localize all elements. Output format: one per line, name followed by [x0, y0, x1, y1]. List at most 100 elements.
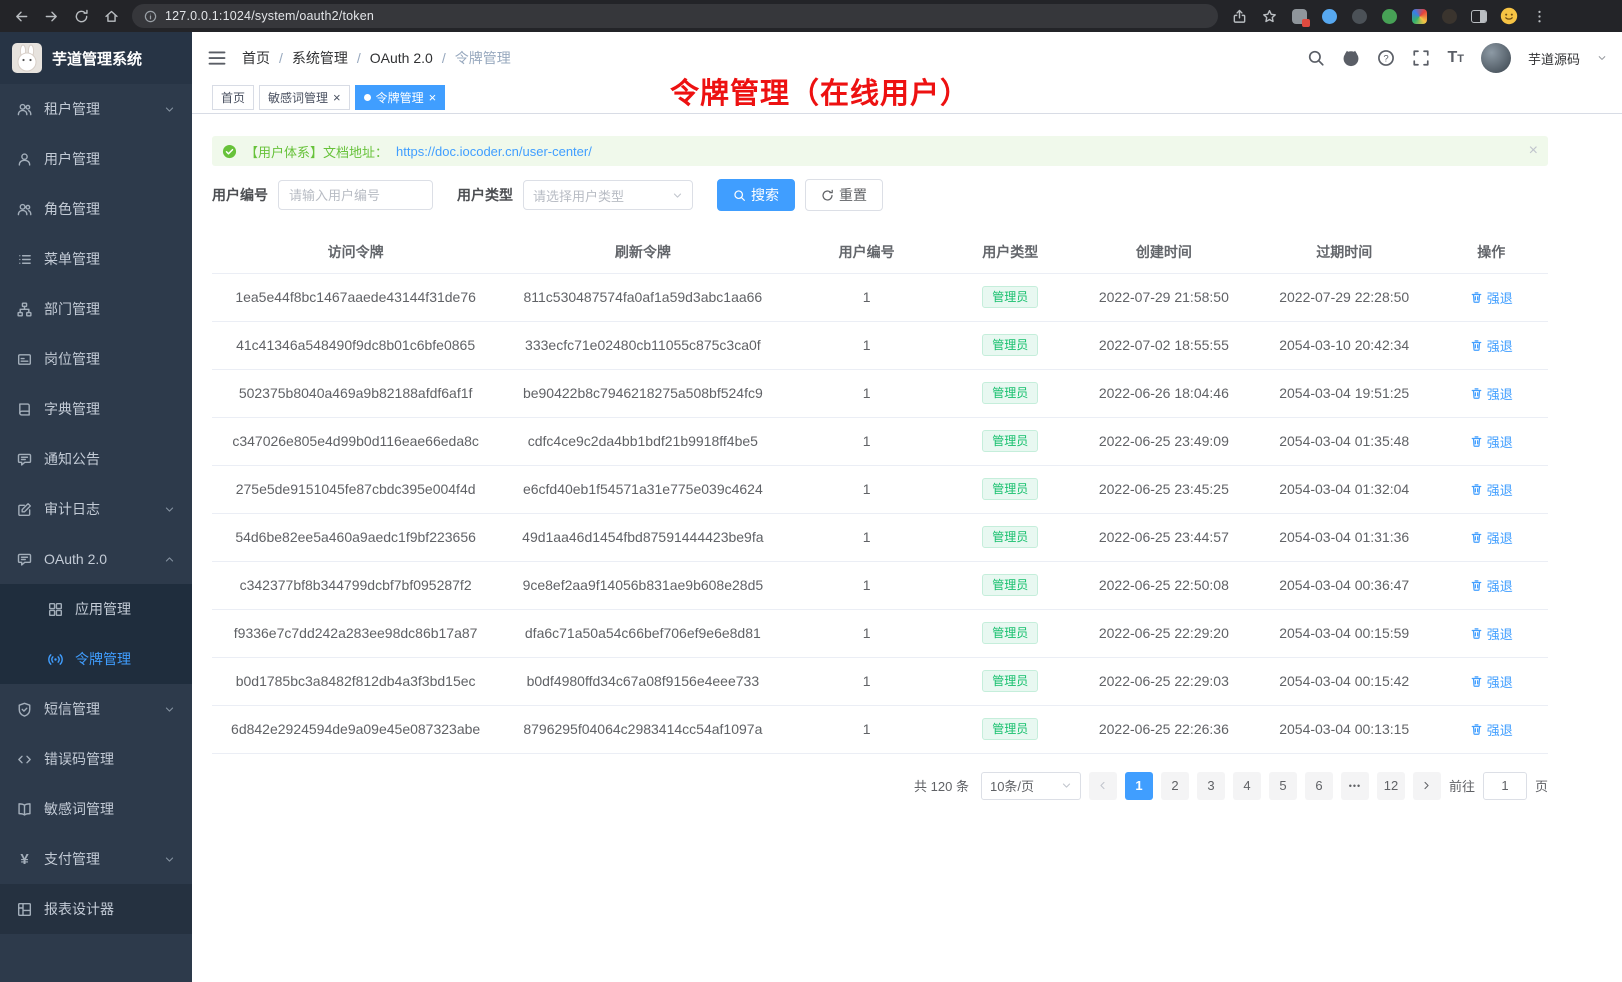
search-icon[interactable] [1307, 49, 1325, 67]
force-logout-button[interactable]: 强退 [1470, 720, 1513, 739]
prev-page-button[interactable] [1089, 772, 1117, 800]
page-button-4[interactable]: 4 [1233, 772, 1261, 800]
action-cell: 强退 [1434, 609, 1548, 657]
sidebar-item-oauth2[interactable]: OAuth 2.0 [0, 534, 192, 584]
token-icon [48, 652, 63, 667]
doc-link[interactable]: https://doc.iocoder.cn/user-center/ [396, 144, 592, 159]
site-info-icon[interactable] [144, 10, 157, 23]
sidebar-item-oauth2-app[interactable]: 应用管理 [0, 584, 192, 634]
address-bar[interactable]: 127.0.0.1:1024/system/oauth2/token [132, 4, 1218, 28]
user-name[interactable]: 芋道源码 [1528, 49, 1580, 68]
github-icon[interactable] [1342, 49, 1360, 67]
audit-log-icon [17, 502, 32, 517]
page-button-1[interactable]: 1 [1125, 772, 1153, 800]
header-actions: TT 芋道源码 [1307, 43, 1607, 73]
force-logout-button[interactable]: 强退 [1470, 624, 1513, 643]
sidebar-item-report-designer[interactable]: 报表设计器 [0, 884, 192, 934]
page-size-select[interactable]: 10条/页 [981, 772, 1081, 800]
extension-icon-5[interactable] [1406, 3, 1432, 29]
trash-icon [1470, 483, 1483, 496]
force-logout-button[interactable]: 强退 [1470, 384, 1513, 403]
font-size-icon[interactable]: TT [1447, 49, 1464, 67]
split-view-icon[interactable] [1466, 3, 1492, 29]
sidebar-item-label: 审计日志 [44, 499, 100, 519]
create-time-cell: 2022-06-25 22:26:36 [1074, 705, 1254, 753]
force-logout-button[interactable]: 强退 [1470, 672, 1513, 691]
force-logout-button[interactable]: 强退 [1470, 480, 1513, 499]
fullscreen-icon[interactable] [1412, 49, 1430, 67]
reset-button[interactable]: 重置 [805, 179, 883, 211]
refresh-token-cell: e6cfd40eb1f54571a31e775e039c4624 [499, 465, 786, 513]
tab-close-icon[interactable]: × [429, 91, 437, 104]
page-button-3[interactable]: 3 [1197, 772, 1225, 800]
table-row: 54d6be82ee5a460a9aedc1f9bf22365649d1aa46… [212, 513, 1548, 561]
sidebar-item-error-code[interactable]: 错误码管理 [0, 734, 192, 784]
user-type-cell: 管理员 [947, 561, 1074, 609]
extension-icon-4[interactable] [1376, 3, 1402, 29]
sidebar-item-tenant[interactable]: 租户管理 [0, 84, 192, 134]
user-avatar[interactable] [1481, 43, 1511, 73]
user-id-input[interactable] [278, 180, 433, 210]
sidebar-item-sensitive-word[interactable]: 敏感词管理 [0, 784, 192, 834]
force-logout-button[interactable]: 强退 [1470, 432, 1513, 451]
browser-home-button[interactable] [98, 3, 124, 29]
force-logout-button[interactable]: 强退 [1470, 576, 1513, 595]
breadcrumb-item[interactable]: OAuth 2.0 [370, 50, 433, 66]
page-button-5[interactable]: 5 [1269, 772, 1297, 800]
sensitive-word-icon [17, 802, 32, 817]
search-button[interactable]: 搜索 [717, 179, 795, 211]
create-time-cell: 2022-07-29 21:58:50 [1074, 273, 1254, 321]
sidebar-item-user[interactable]: 用户管理 [0, 134, 192, 184]
force-logout-button[interactable]: 强退 [1470, 528, 1513, 547]
sidebar-item-audit-log[interactable]: 审计日志 [0, 484, 192, 534]
sidebar-item-notice[interactable]: 通知公告 [0, 434, 192, 484]
bookmark-star-icon[interactable] [1256, 3, 1282, 29]
sidebar-item-dept[interactable]: 部门管理 [0, 284, 192, 334]
sidebar-toggle-icon[interactable] [207, 48, 227, 68]
breadcrumb-item: 令牌管理 [455, 48, 511, 68]
sidebar-item-label: 短信管理 [44, 699, 100, 719]
alert-close-icon[interactable]: × [1529, 143, 1538, 159]
share-icon[interactable] [1226, 3, 1252, 29]
more-pages-button[interactable]: ••• [1341, 772, 1369, 800]
browser-forward-button[interactable] [38, 3, 64, 29]
tab-sensitive-word[interactable]: 敏感词管理× [259, 85, 350, 110]
force-logout-button[interactable]: 强退 [1470, 288, 1513, 307]
breadcrumb-item[interactable]: 系统管理 [292, 48, 348, 68]
force-logout-button[interactable]: 强退 [1470, 336, 1513, 355]
sidebar-item-role[interactable]: 角色管理 [0, 184, 192, 234]
goto-page-input[interactable] [1483, 772, 1527, 800]
page-button-12[interactable]: 12 [1377, 772, 1405, 800]
chevron-down-icon [164, 854, 175, 865]
help-icon[interactable] [1377, 49, 1395, 67]
page-button-6[interactable]: 6 [1305, 772, 1333, 800]
sidebar-item-menu[interactable]: 菜单管理 [0, 234, 192, 284]
sidebar-item-oauth2-token[interactable]: 令牌管理 [0, 634, 192, 684]
sidebar-item-sms[interactable]: 短信管理 [0, 684, 192, 734]
browser-back-button[interactable] [8, 3, 34, 29]
tab-home[interactable]: 首页 [212, 85, 254, 110]
extension-icon-1[interactable] [1286, 3, 1312, 29]
create-time-cell: 2022-06-25 23:49:09 [1074, 417, 1254, 465]
user-type-badge: 管理员 [982, 622, 1038, 644]
extension-icon-3[interactable] [1346, 3, 1372, 29]
browser-menu-kebab-icon[interactable] [1526, 3, 1552, 29]
breadcrumb-item[interactable]: 首页 [242, 48, 270, 68]
trash-icon [1470, 435, 1483, 448]
main-area: 首页/系统管理/OAuth 2.0/令牌管理 TT 芋道源码 首页敏感词管理×令… [192, 32, 1622, 982]
next-page-button[interactable] [1413, 772, 1441, 800]
sidebar-item-dict[interactable]: 字典管理 [0, 384, 192, 434]
extension-icon-2[interactable] [1316, 3, 1342, 29]
refresh-token-cell: 333ecfc71e02480cb11055c875c3ca0f [499, 321, 786, 369]
tab-close-icon[interactable]: × [333, 91, 341, 104]
chevron-down-icon[interactable] [1597, 53, 1607, 63]
browser-refresh-button[interactable] [68, 3, 94, 29]
sidebar-item-pay[interactable]: ¥支付管理 [0, 834, 192, 884]
user-type-select[interactable]: 请选择用户类型 [523, 180, 693, 210]
extension-icon-6[interactable] [1436, 3, 1462, 29]
sidebar-item-post[interactable]: 岗位管理 [0, 334, 192, 384]
page-button-2[interactable]: 2 [1161, 772, 1189, 800]
tab-token[interactable]: 令牌管理× [355, 85, 446, 110]
profile-emoji-icon[interactable] [1496, 3, 1522, 29]
report-icon [17, 902, 32, 917]
